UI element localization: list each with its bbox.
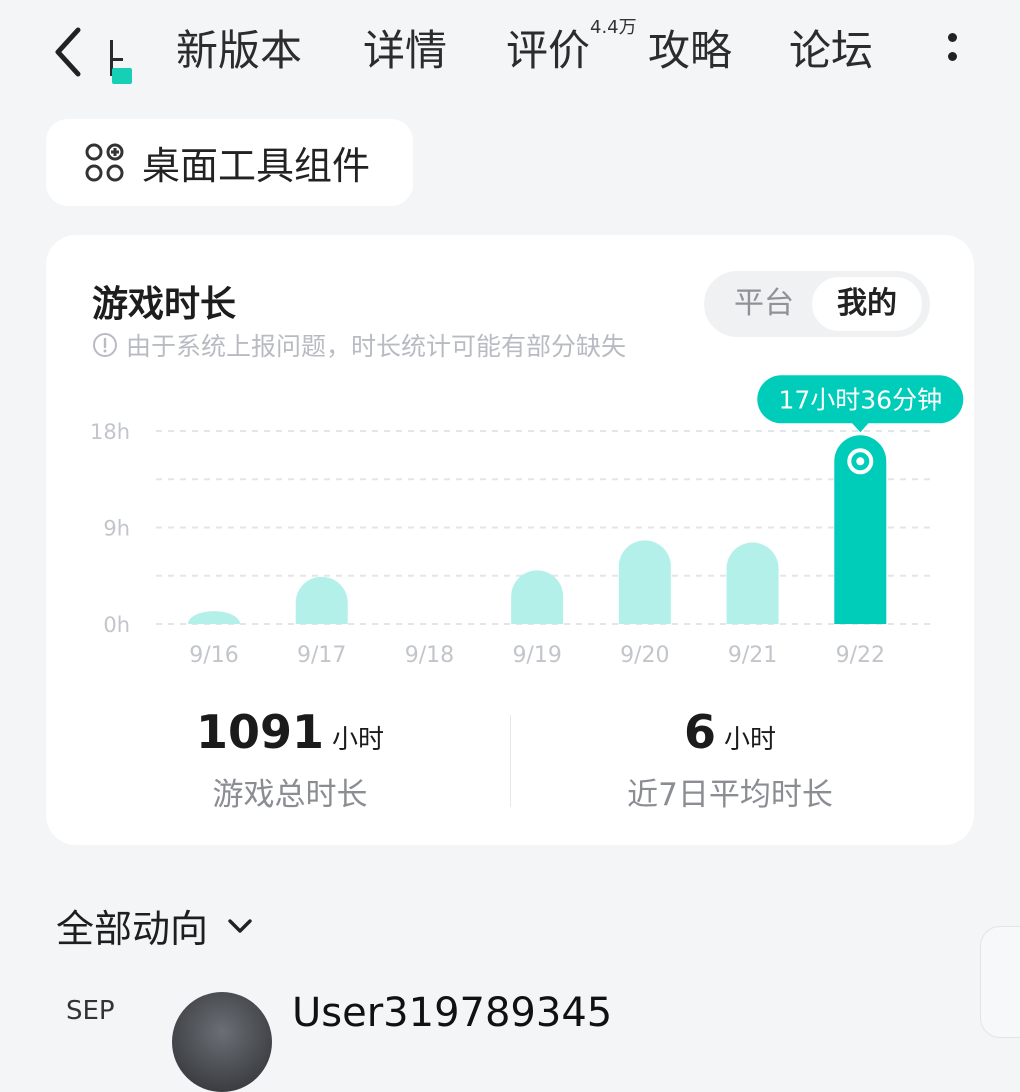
y-tick-label: 9h: [103, 517, 130, 541]
feed-username[interactable]: User319789345: [292, 990, 612, 1036]
widget-grid-icon: [85, 143, 124, 181]
chevron-down-icon: [228, 918, 252, 933]
tab-forum[interactable]: 论坛: [789, 22, 873, 80]
playtime-stats: 1091 小时 游戏总时长 6 小时 近7日平均时长: [46, 695, 974, 835]
avg-playtime-label: 近7日平均时长: [627, 777, 833, 813]
tab-details[interactable]: 详情: [363, 22, 447, 80]
bar-highlight-dot: [856, 457, 865, 466]
bar: [511, 570, 564, 624]
total-playtime-unit: 小时: [332, 725, 385, 755]
more-options-icon[interactable]: [944, 30, 960, 74]
tab-reviews[interactable]: 评价: [506, 22, 590, 80]
x-tick-label: 9/21: [728, 643, 777, 668]
x-tick-label: 9/19: [512, 643, 561, 668]
x-tick-label: 9/22: [836, 643, 885, 668]
desktop-widget-button[interactable]: 桌面工具组件: [46, 119, 413, 206]
review-count-badge: 4.4万: [590, 17, 637, 38]
y-tick-label: 18h: [90, 420, 130, 444]
total-playtime-stat: 1091 小时 游戏总时长: [70, 705, 510, 814]
y-tick-label: 0h: [103, 613, 130, 637]
avg-playtime-stat: 6 小时 近7日平均时长: [510, 705, 950, 814]
top-nav: 新版本 详情 评价 4.4万 攻略 论坛: [0, 0, 1020, 104]
x-tick-label: 9/16: [189, 643, 238, 668]
playtime-card: 游戏时长 由于系统上报问题，时长统计可能有部分缺失 平台 我的 0h 9h 18h 9…: [46, 235, 974, 845]
x-tick-label: 9/20: [620, 643, 669, 668]
tab-guides[interactable]: 攻略: [648, 22, 732, 80]
avatar[interactable]: [172, 992, 272, 1092]
widget-button-label: 桌面工具组件: [142, 144, 371, 188]
total-playtime-label: 游戏总时长: [212, 777, 368, 813]
bar: [726, 542, 779, 624]
total-playtime-value: 1091: [195, 705, 324, 759]
avg-playtime-value: 6: [683, 705, 716, 759]
bar: [618, 540, 671, 624]
side-card-edge[interactable]: [980, 926, 1020, 1038]
tab-current-indicator[interactable]: [104, 36, 134, 88]
back-arrow-icon[interactable]: [48, 22, 88, 82]
tab-new-version[interactable]: 新版本: [176, 22, 302, 80]
x-tick-label: 9/17: [297, 643, 346, 668]
x-tick-label: 9/18: [405, 643, 454, 668]
feed-date: SEP: [66, 996, 115, 1026]
bar: [295, 576, 348, 624]
feed-filter-dropdown[interactable]: 全部动向: [56, 898, 258, 953]
bar: [188, 611, 240, 624]
tooltip-text: 17小时36分钟: [778, 385, 942, 414]
avg-playtime-unit: 小时: [724, 725, 777, 755]
feed-filter-label: 全部动向: [56, 907, 209, 951]
